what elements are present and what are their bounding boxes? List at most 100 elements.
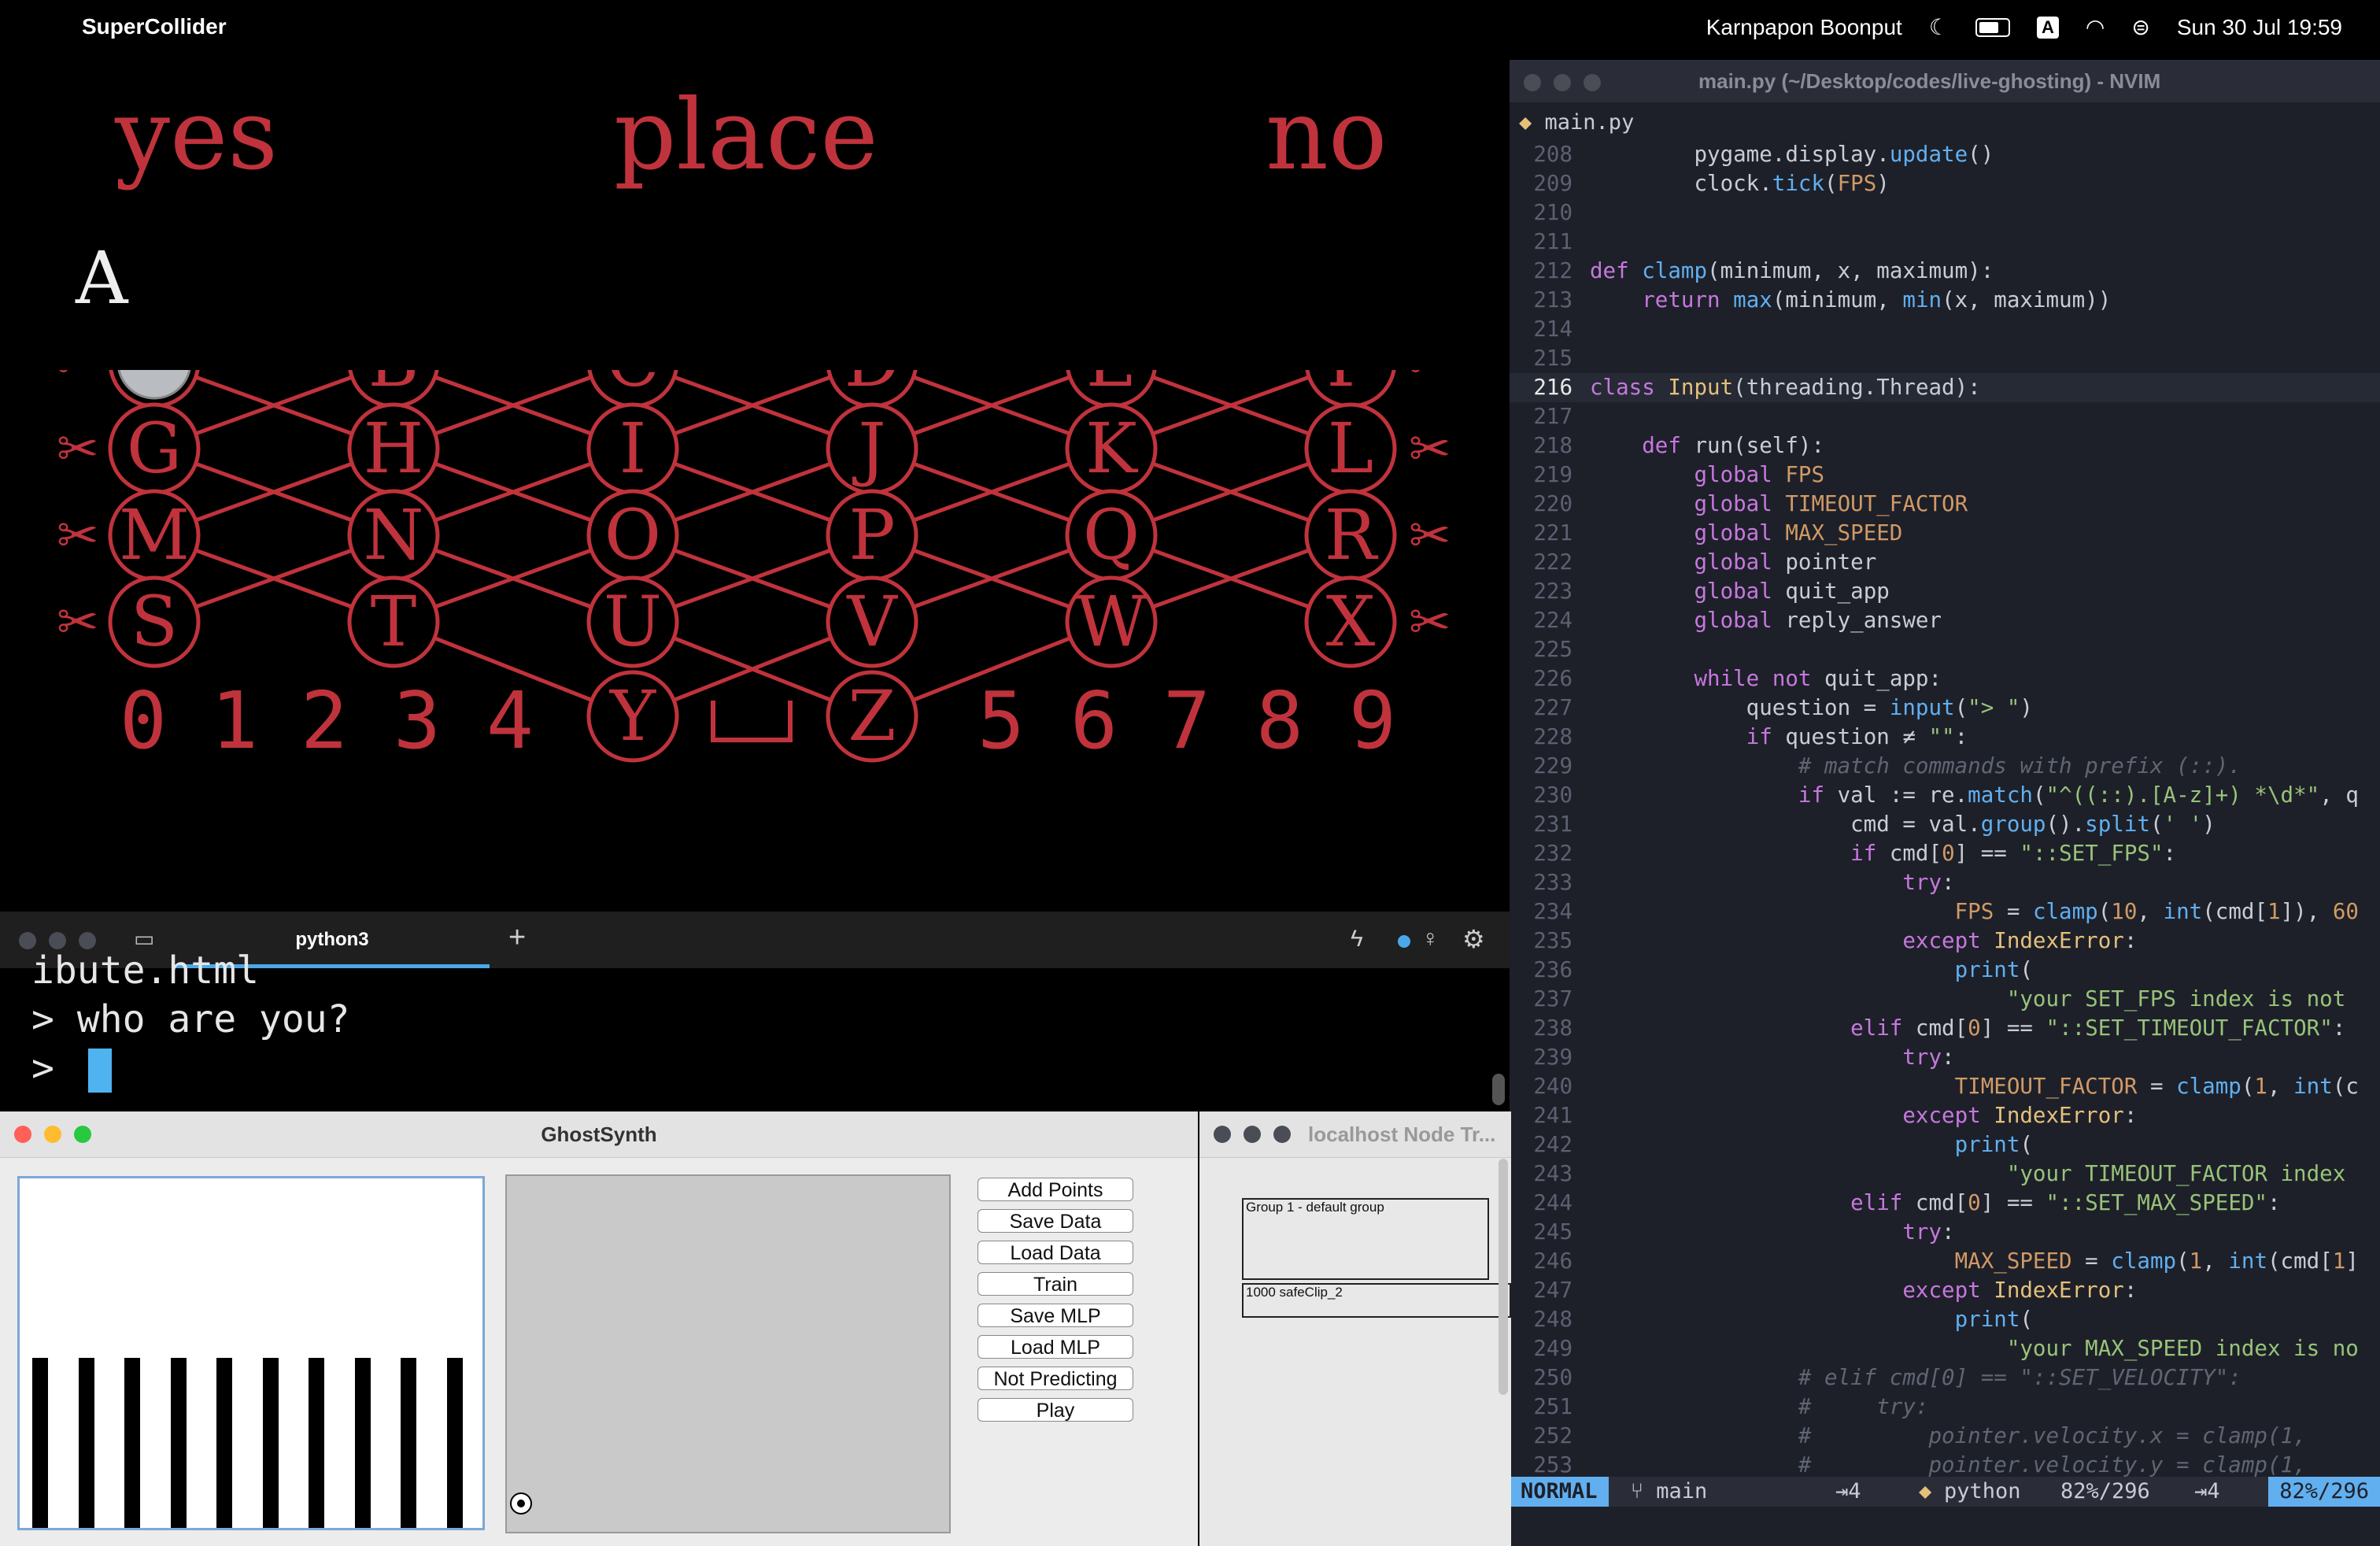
moon-icon[interactable]: ☾ bbox=[1929, 14, 1949, 40]
terminal-prompt[interactable]: > bbox=[31, 1044, 350, 1093]
digit-label[interactable]: 9 bbox=[1349, 675, 1396, 767]
lightning-icon[interactable]: ϟ bbox=[1351, 926, 1363, 952]
code-line[interactable]: 223 global quit_app bbox=[1510, 577, 2380, 606]
letter-node[interactable]: I bbox=[586, 402, 679, 495]
code-line[interactable]: 242 print( bbox=[1510, 1130, 2380, 1160]
letter-node[interactable]: E bbox=[1066, 370, 1157, 409]
code-line[interactable]: 240 TIMEOUT_FACTOR = clamp(1, int(c bbox=[1510, 1072, 2380, 1101]
code-editor[interactable]: 208 pygame.display.update() 209 clock.tic… bbox=[1510, 140, 2380, 1537]
play-button[interactable]: Play bbox=[978, 1398, 1133, 1422]
scrollbar[interactable] bbox=[1499, 1159, 1508, 1395]
letter-node[interactable]: K bbox=[1065, 402, 1158, 495]
code-line[interactable]: 218 def run(self): bbox=[1510, 431, 2380, 460]
code-line[interactable]: 217 bbox=[1510, 402, 2380, 431]
window-controls[interactable] bbox=[1214, 1126, 1303, 1147]
buffer-tab[interactable]: ◆ main.py bbox=[1510, 110, 1634, 139]
letter-node[interactable] bbox=[109, 370, 200, 409]
letter-node[interactable]: M bbox=[108, 489, 201, 582]
load-data-button[interactable]: Load Data bbox=[978, 1241, 1133, 1264]
letter-node[interactable]: Q bbox=[1065, 489, 1158, 582]
new-tab-button[interactable]: + bbox=[508, 921, 526, 955]
letter-node[interactable]: Z bbox=[826, 670, 918, 763]
letter-node[interactable]: P bbox=[826, 489, 918, 582]
space-key-icon[interactable] bbox=[711, 701, 793, 742]
letter-node[interactable]: X bbox=[1304, 575, 1397, 668]
synth-node[interactable]: 1000 safeClip_2 bbox=[1242, 1283, 1511, 1318]
digit-label[interactable]: 5 bbox=[978, 675, 1025, 767]
input-source-icon[interactable]: A bbox=[2036, 16, 2059, 39]
digit-label[interactable]: 0 bbox=[120, 675, 167, 767]
letter-node[interactable]: N bbox=[347, 489, 440, 582]
control-center-icon[interactable]: ⊜ bbox=[2131, 14, 2149, 40]
gear-icon[interactable]: ⚙ bbox=[1462, 924, 1485, 954]
piano-key-bar[interactable] bbox=[262, 1358, 279, 1528]
piano-key-bar[interactable] bbox=[216, 1358, 232, 1528]
digit-label[interactable]: 4 bbox=[486, 675, 534, 767]
letter-node[interactable]: F bbox=[1305, 370, 1396, 409]
code-line[interactable]: 227 question = input("> ") bbox=[1510, 693, 2380, 723]
battery-icon[interactable] bbox=[1975, 17, 2010, 37]
code-line[interactable]: 214 bbox=[1510, 315, 2380, 344]
code-line[interactable]: 243 "your TIMEOUT_FACTOR index bbox=[1510, 1160, 2380, 1189]
code-line[interactable]: 253 # pointer.velocity.y = clamp(1, bbox=[1510, 1451, 2380, 1480]
train-button[interactable]: Train bbox=[978, 1272, 1133, 1296]
code-line[interactable]: 238 elif cmd[0] == "::SET_TIMEOUT_FACTOR… bbox=[1510, 1014, 2380, 1043]
letter-node[interactable]: G bbox=[108, 402, 201, 495]
group-node[interactable]: Group 1 - default group bbox=[1242, 1198, 1489, 1280]
code-line[interactable]: 208 pygame.display.update() bbox=[1510, 140, 2380, 169]
digit-label[interactable]: 7 bbox=[1163, 675, 1210, 767]
letter-node[interactable]: O bbox=[586, 489, 679, 582]
code-line[interactable]: 226 while not quit_app: bbox=[1510, 664, 2380, 693]
code-line[interactable]: 222 global pointer bbox=[1510, 548, 2380, 577]
app-menu-name[interactable]: SuperCollider bbox=[82, 14, 227, 39]
digit-label[interactable]: 8 bbox=[1256, 675, 1303, 767]
digit-label[interactable]: 1 bbox=[211, 675, 258, 767]
code-line[interactable]: 237 "your SET_FPS index is not bbox=[1510, 985, 2380, 1014]
letter-node[interactable]: B bbox=[348, 370, 439, 409]
letter-node[interactable]: U bbox=[586, 575, 679, 668]
piano-key-bar[interactable] bbox=[32, 1358, 48, 1528]
load-mlp-button[interactable]: Load MLP bbox=[978, 1335, 1133, 1359]
code-line[interactable]: 235 except IndexError: bbox=[1510, 926, 2380, 956]
letter-node[interactable]: L bbox=[1304, 402, 1397, 495]
bulb-icon[interactable]: ♀ bbox=[1421, 926, 1439, 952]
save-data-button[interactable]: Save Data bbox=[978, 1209, 1133, 1233]
xy-pad[interactable] bbox=[505, 1174, 951, 1533]
code-line[interactable]: 231 cmd = val.group().split(' ') bbox=[1510, 810, 2380, 839]
code-line[interactable]: 251 # try: bbox=[1510, 1393, 2380, 1422]
piano-key-bar[interactable] bbox=[401, 1358, 416, 1528]
code-line[interactable]: 212 def clamp(minimum, x, maximum): bbox=[1510, 257, 2380, 286]
letter-node[interactable]: T bbox=[347, 575, 440, 668]
letter-node[interactable]: V bbox=[826, 575, 918, 668]
code-line[interactable]: 220 global TIMEOUT_FACTOR bbox=[1510, 490, 2380, 519]
code-line[interactable]: 244 elif cmd[0] == "::SET_MAX_SPEED": bbox=[1510, 1189, 2380, 1218]
xy-cursor-point[interactable] bbox=[510, 1492, 532, 1515]
code-line[interactable]: 210 bbox=[1510, 198, 2380, 227]
letter-node[interactable]: C bbox=[587, 370, 678, 409]
code-line[interactable]: 239 try: bbox=[1510, 1043, 2380, 1072]
piano-roll-panel[interactable] bbox=[17, 1176, 485, 1530]
code-line[interactable]: 224 global reply_answer bbox=[1510, 606, 2380, 635]
digit-label[interactable]: 3 bbox=[394, 675, 441, 767]
letter-node[interactable]: S bbox=[108, 575, 201, 668]
letter-node[interactable]: R bbox=[1304, 489, 1397, 582]
save-mlp-button[interactable]: Save MLP bbox=[978, 1304, 1133, 1327]
code-line[interactable]: 232 if cmd[0] == "::SET_FPS": bbox=[1510, 839, 2380, 868]
code-line[interactable]: 209 clock.tick(FPS) bbox=[1510, 169, 2380, 198]
terminal-output[interactable]: ibute.html > who are you? > bbox=[31, 949, 350, 1093]
code-line[interactable]: 236 print( bbox=[1510, 956, 2380, 985]
code-line[interactable]: 246 MAX_SPEED = clamp(1, int(cmd[1] bbox=[1510, 1247, 2380, 1276]
code-line[interactable]: 229 # match commands with prefix (::). bbox=[1510, 752, 2380, 781]
piano-key-bar[interactable] bbox=[309, 1358, 324, 1528]
wifi-icon[interactable]: ◠ bbox=[2086, 14, 2105, 40]
code-line[interactable]: 230 if val := re.match("^((::).[A-z]+) *… bbox=[1510, 781, 2380, 810]
code-line[interactable]: 219 global FPS bbox=[1510, 460, 2380, 490]
code-line[interactable]: 221 global MAX_SPEED bbox=[1510, 519, 2380, 548]
piano-key-bar[interactable] bbox=[124, 1358, 140, 1528]
digit-label[interactable]: 2 bbox=[301, 675, 348, 767]
piano-key-bar[interactable] bbox=[78, 1358, 94, 1528]
clock[interactable]: Sun 30 Jul 19:59 bbox=[2177, 15, 2342, 40]
code-line[interactable]: 211 bbox=[1510, 227, 2380, 257]
code-line[interactable]: 225 bbox=[1510, 635, 2380, 664]
add-points-button[interactable]: Add Points bbox=[978, 1178, 1133, 1201]
